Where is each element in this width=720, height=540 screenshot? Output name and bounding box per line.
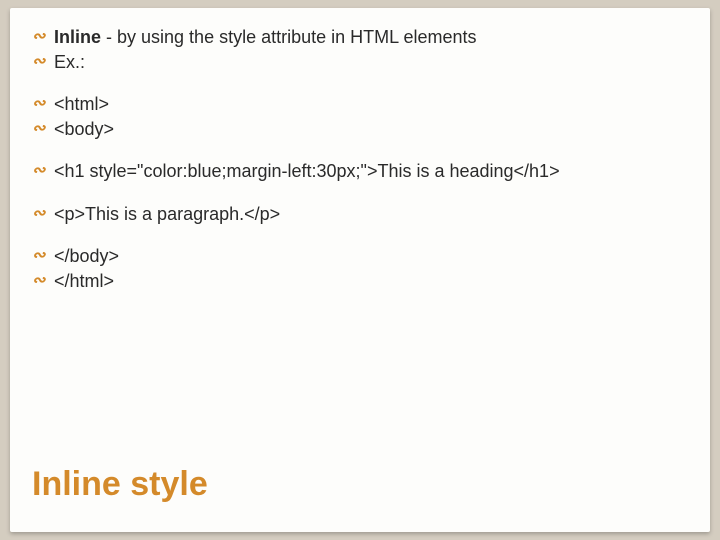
- bold-text: Inline: [54, 27, 101, 47]
- bullet-text: Ex.:: [54, 51, 688, 74]
- bullet-text: <html>: [54, 93, 688, 116]
- spacer: [32, 227, 688, 245]
- bullet-icon: [32, 270, 54, 291]
- bullet-text: </html>: [54, 270, 688, 293]
- bullet-icon: [32, 118, 54, 139]
- bullet-item: <h1 style="color:blue;margin-left:30px;"…: [32, 160, 688, 183]
- bullet-icon: [32, 26, 54, 47]
- slide-title: Inline style: [32, 465, 208, 504]
- bullet-text: </body>: [54, 245, 688, 268]
- bullet-icon: [32, 51, 54, 72]
- bullet-item: Inline - by using the style attribute in…: [32, 26, 688, 49]
- bullet-icon: [32, 203, 54, 224]
- bullet-text: <h1 style="color:blue;margin-left:30px;"…: [54, 160, 688, 183]
- slide: Inline - by using the style attribute in…: [10, 8, 710, 532]
- bullet-icon: [32, 93, 54, 114]
- bullet-text: <p>This is a paragraph.</p>: [54, 203, 688, 226]
- spacer: [32, 75, 688, 93]
- bullet-icon: [32, 160, 54, 181]
- bullet-text: Inline - by using the style attribute in…: [54, 26, 688, 49]
- bullet-item: <body>: [32, 118, 688, 141]
- bullet-item: </html>: [32, 270, 688, 293]
- spacer: [32, 185, 688, 203]
- bullet-text: <body>: [54, 118, 688, 141]
- spacer: [32, 142, 688, 160]
- bullet-item: Ex.:: [32, 51, 688, 74]
- bullet-item: </body>: [32, 245, 688, 268]
- bullet-item: <p>This is a paragraph.</p>: [32, 203, 688, 226]
- bullet-item: <html>: [32, 93, 688, 116]
- bullet-list: Inline - by using the style attribute in…: [32, 26, 688, 294]
- bullet-icon: [32, 245, 54, 266]
- plain-text: - by using the style attribute in HTML e…: [101, 27, 477, 47]
